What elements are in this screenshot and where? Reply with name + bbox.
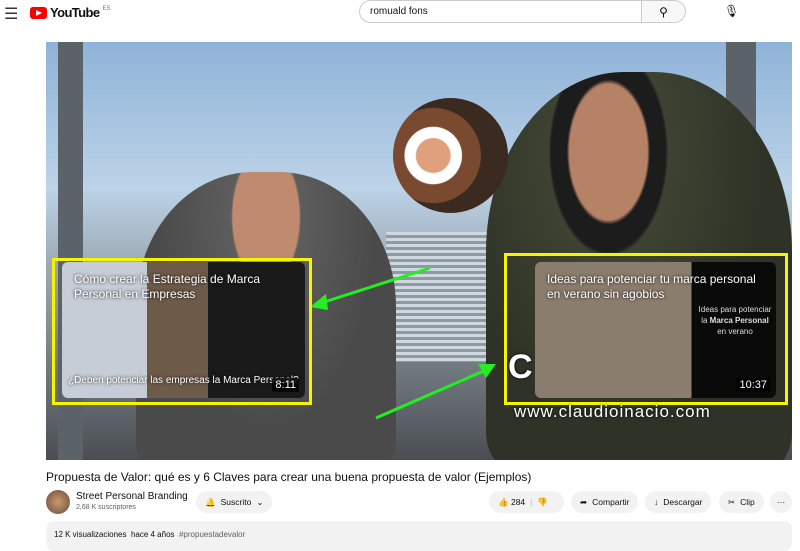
chevron-down-icon: ⌄ [256, 496, 264, 507]
subscriber-count: 2,68 K suscriptores [76, 504, 136, 511]
video-title: Propuesta de Valor: qué es y 6 Claves pa… [46, 470, 532, 484]
share-button[interactable]: ➦ Compartir [571, 491, 639, 513]
duration-badge: 8:11 [272, 378, 299, 392]
country-code: ES [102, 5, 111, 12]
clip-button[interactable]: ✂ Clip [719, 491, 764, 513]
scissors-icon: ✂ [728, 496, 736, 507]
thumbs-up-icon: 👍 [498, 496, 509, 507]
subscribe-button[interactable]: 🔔 Suscrito ⌄ [196, 491, 273, 513]
card-title: Cómo crear la Estrategia de Marca Person… [74, 272, 261, 301]
bell-icon: 🔔 [205, 496, 216, 507]
mic-icon[interactable]: 🎙 [724, 4, 739, 18]
arrow-left [317, 266, 431, 306]
like-button[interactable]: 👍 284 [498, 497, 525, 508]
watermark-letter: C [508, 348, 533, 386]
card-side-text: Ideas para potenciar la Marca Personal e… [698, 305, 772, 336]
dislike-button[interactable]: 👎 [537, 497, 548, 508]
more-button[interactable]: ··· [770, 491, 792, 513]
card-title: Ideas para potenciar tu marca personal e… [547, 272, 756, 301]
play-logo-icon [30, 6, 47, 19]
download-icon: ↓ [654, 497, 659, 507]
hashtag-link[interactable]: #propuestadevalor [179, 530, 245, 539]
avatar[interactable] [46, 490, 70, 514]
end-card-2[interactable]: Ideas para potenciar tu marca personal e… [535, 262, 776, 398]
like-dislike-group: 👍 284 | 👎 [489, 491, 564, 513]
video-player[interactable]: Cómo crear la Estrategia de Marca Person… [46, 42, 792, 460]
arrow-left-head [310, 294, 328, 310]
search-icon: ⚲ [659, 5, 668, 19]
channel-name[interactable]: Street Personal Branding [76, 491, 188, 502]
menu-icon[interactable]: ☰ [4, 4, 18, 24]
end-card-1[interactable]: Cómo crear la Estrategia de Marca Person… [62, 262, 305, 398]
search-button[interactable]: ⚲ [642, 0, 686, 23]
duration-badge: 10:37 [736, 378, 770, 392]
watermark-url: www.claudioinacio.com [514, 402, 711, 421]
search-input[interactable]: romuald fons [359, 0, 642, 23]
youtube-logo[interactable]: YouTube ES [30, 5, 111, 20]
download-button[interactable]: ↓ Descargar [645, 491, 712, 513]
share-icon: ➦ [580, 496, 588, 507]
description-box[interactable]: 12 K visualizaciones hace 4 años #propue… [46, 521, 792, 551]
arrow-right [375, 368, 487, 420]
card-caption: ¿Deben potenciar las empresas la Marca P… [68, 375, 299, 386]
